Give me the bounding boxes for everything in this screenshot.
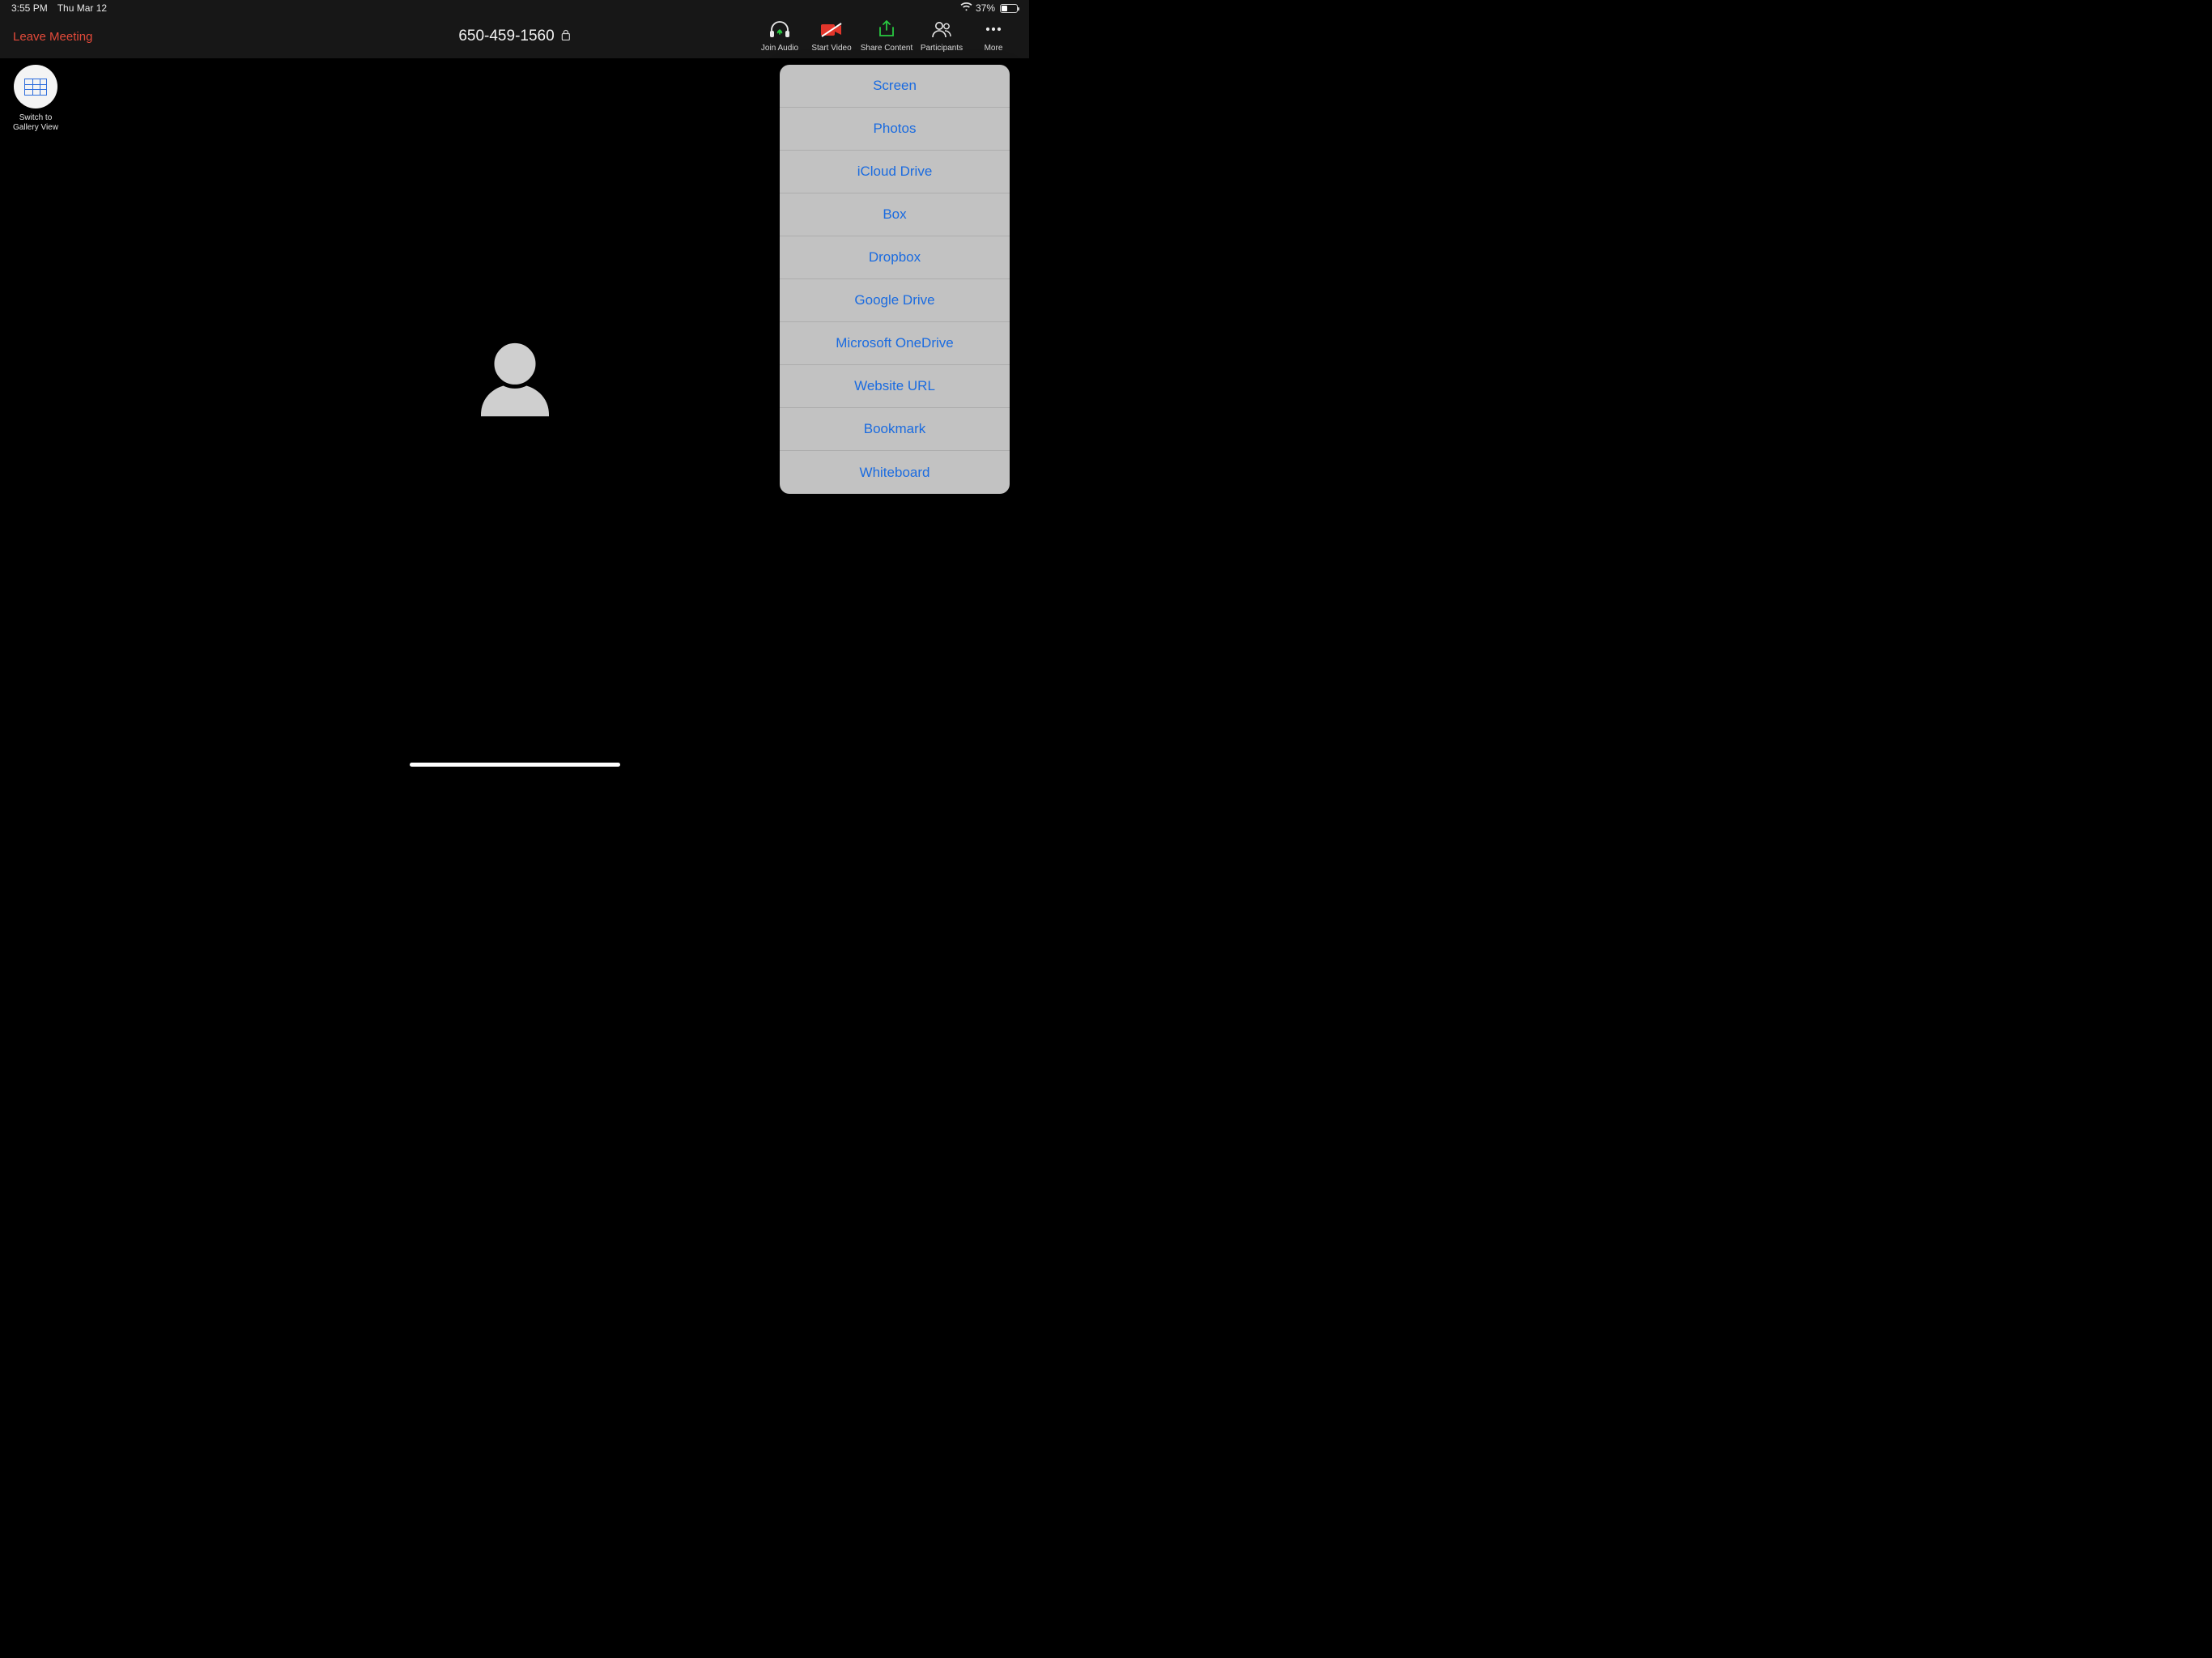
meeting-title-text: 650-459-1560 [458,28,554,45]
share-option-website-url[interactable]: Website URL [780,365,1010,408]
share-option-box[interactable]: Box [780,193,1010,236]
gallery-label-l1: Switch to [19,113,53,122]
gallery-circle [14,65,57,108]
start-video-label: Start Video [811,44,851,53]
gallery-toggle-label: Switch to Gallery View [13,113,58,132]
share-option-whiteboard[interactable]: Whiteboard [780,451,1010,494]
gallery-label-l2: Gallery View [13,123,58,132]
avatar-icon [474,338,555,416]
headphones-icon [768,20,792,40]
status-bar: 3:55 PM Thu Mar 12 37% [0,0,1029,16]
share-icon [877,20,896,40]
toolbar-actions: Join Audio Start Video Share Content [754,20,1029,53]
share-option-dropbox[interactable]: Dropbox [780,236,1010,279]
more-label: More [985,44,1003,53]
more-button[interactable]: More [968,20,1019,53]
share-option-bookmark[interactable]: Bookmark [780,408,1010,451]
share-option-google-drive[interactable]: Google Drive [780,279,1010,322]
home-indicator[interactable] [410,763,620,767]
participants-icon [930,20,953,40]
join-audio-label: Join Audio [761,44,798,53]
wifi-icon [960,2,972,14]
start-video-button[interactable]: Start Video [806,22,857,53]
join-audio-button[interactable]: Join Audio [754,20,806,53]
share-content-menu: Screen Photos iCloud Drive Box Dropbox G… [780,65,1010,494]
share-option-photos[interactable]: Photos [780,108,1010,151]
participant-avatar-placeholder [474,338,555,420]
battery-icon [1000,4,1018,13]
status-date: Thu Mar 12 [57,2,107,14]
share-option-screen[interactable]: Screen [780,65,1010,108]
video-off-icon [819,22,844,40]
meeting-title: 650-459-1560 [458,28,570,45]
more-icon [982,20,1005,40]
leave-meeting-button[interactable]: Leave Meeting [13,30,92,44]
battery-pct: 37% [976,2,995,14]
gallery-view-toggle[interactable]: Switch to Gallery View [11,65,60,132]
share-option-icloud-drive[interactable]: iCloud Drive [780,151,1010,193]
lock-icon [561,28,571,45]
participants-button[interactable]: Participants [916,20,968,53]
status-time: 3:55 PM [11,2,48,14]
share-option-microsoft-onedrive[interactable]: Microsoft OneDrive [780,322,1010,365]
participants-label: Participants [921,44,963,53]
grid-icon [24,79,47,96]
share-content-label: Share Content [861,44,913,53]
share-content-button[interactable]: Share Content [857,20,916,53]
